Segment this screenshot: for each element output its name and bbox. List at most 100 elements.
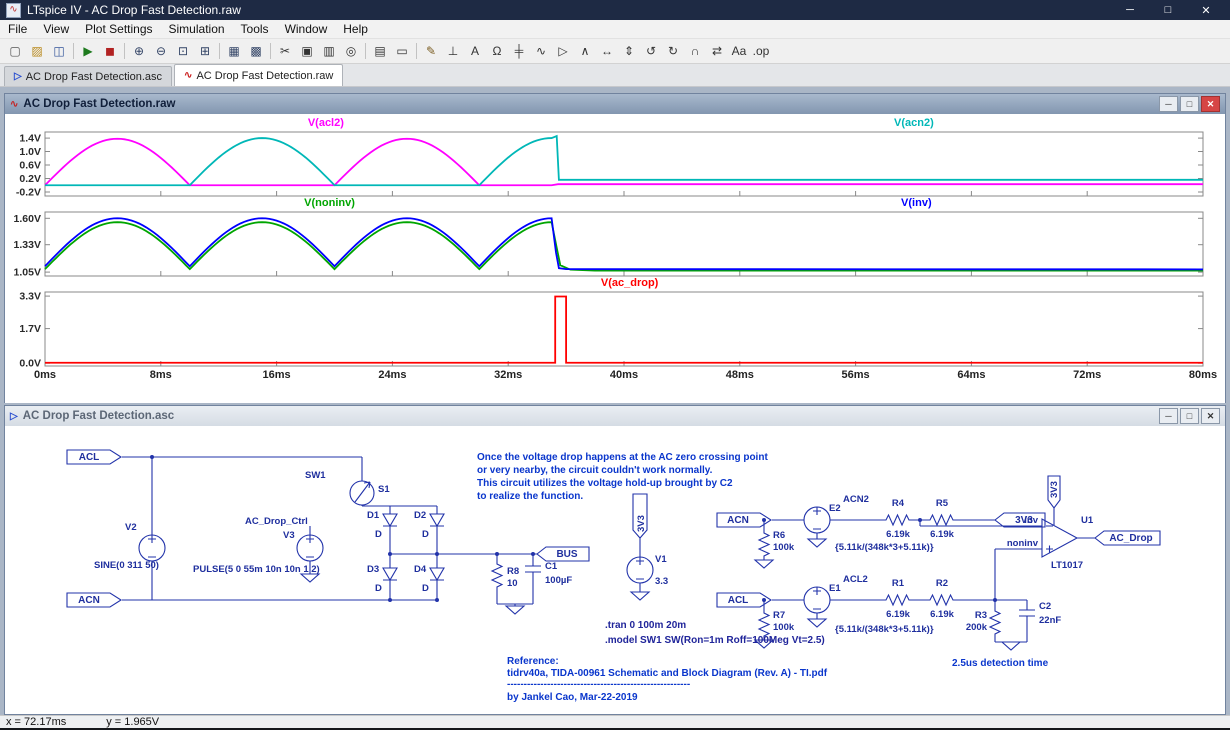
- waveform-pane-1[interactable]: 1.4V1.0V0.6V0.2V-0.2V: [5, 131, 1225, 197]
- trace-label-vacl2[interactable]: V(acl2): [308, 117, 344, 129]
- mirror-icon[interactable]: ⇄: [706, 41, 728, 61]
- schematic-minimize-button[interactable]: ─: [1159, 408, 1178, 424]
- move-icon[interactable]: ↔: [596, 41, 618, 61]
- trace-label-vnoninv[interactable]: V(noninv): [304, 197, 355, 209]
- r6-value: 100k: [773, 542, 795, 553]
- waveform-restore-button[interactable]: □: [1180, 96, 1199, 112]
- plot-settings-icon[interactable]: ▦: [223, 41, 245, 61]
- voltage-source-v3[interactable]: [297, 535, 323, 561]
- waveform-window-titlebar[interactable]: ∿ AC Drop Fast Detection.raw ─ □ ✕: [5, 94, 1225, 114]
- pane2-trace-labels: V(noninv) V(inv): [5, 197, 1225, 211]
- cut-icon[interactable]: ✂: [274, 41, 296, 61]
- waveform-pane-3[interactable]: 3.3V1.7V0.0V: [5, 291, 1225, 367]
- voltage-source-v2[interactable]: [139, 535, 165, 561]
- drag-icon[interactable]: ⇕: [618, 41, 640, 61]
- net-flag-3v3-v1[interactable]: 3V3: [633, 494, 647, 538]
- ac-drop-ctrl-label: AC_Drop_Ctrl: [245, 516, 308, 527]
- diode-d4[interactable]: [430, 568, 444, 580]
- component-icon[interactable]: ∧: [574, 41, 596, 61]
- schematic-window-titlebar[interactable]: ▷ AC Drop Fast Detection.asc ─ □ ✕: [5, 406, 1225, 426]
- print-icon[interactable]: ▤: [369, 41, 391, 61]
- inductor-icon[interactable]: ∿: [530, 41, 552, 61]
- minimize-button[interactable]: ─: [1116, 4, 1144, 16]
- text-icon[interactable]: Aa: [728, 41, 750, 61]
- waveform-pane-2[interactable]: 1.60V1.33V1.05V: [5, 211, 1225, 277]
- capacitor-icon[interactable]: ╪: [508, 41, 530, 61]
- draw-wire-icon[interactable]: ✎: [420, 41, 442, 61]
- zoom-in-icon[interactable]: ⊕: [128, 41, 150, 61]
- schematic-close-button[interactable]: ✕: [1201, 408, 1220, 424]
- net-label-icon[interactable]: A: [464, 41, 486, 61]
- net-flag-bus[interactable]: BUS: [537, 547, 589, 561]
- schematic-restore-button[interactable]: □: [1180, 408, 1199, 424]
- menu-view[interactable]: View: [35, 20, 77, 38]
- close-button[interactable]: ✕: [1192, 4, 1220, 17]
- capacitor-c2[interactable]: [1019, 610, 1035, 616]
- switch-s1[interactable]: [350, 481, 374, 505]
- diode-icon[interactable]: ▷: [552, 41, 574, 61]
- run-icon[interactable]: ▶: [77, 41, 99, 61]
- toolbar-separator: [124, 43, 125, 59]
- tab-schematic[interactable]: ▷ AC Drop Fast Detection.asc: [4, 66, 172, 86]
- net-flag-3v3-opamp[interactable]: 3V3: [1048, 476, 1060, 508]
- trace-label-vacn2[interactable]: V(acn2): [894, 117, 934, 129]
- r5-value: 6.19k: [930, 529, 954, 540]
- new-file-icon[interactable]: ▢: [4, 41, 26, 61]
- diode-d2[interactable]: [430, 514, 444, 526]
- opamp-u1[interactable]: [1042, 519, 1077, 557]
- d3-ref: D3: [367, 564, 379, 575]
- r7-value: 100k: [773, 622, 795, 633]
- x-tick-label: 72ms: [1073, 369, 1101, 381]
- menu-simulation[interactable]: Simulation: [161, 20, 233, 38]
- save-file-icon[interactable]: ◫: [48, 41, 70, 61]
- diode-d3[interactable]: [383, 568, 397, 580]
- find-icon[interactable]: ◎: [340, 41, 362, 61]
- grid-icon[interactable]: ▩: [245, 41, 267, 61]
- redo-icon[interactable]: ↻: [662, 41, 684, 61]
- spice-directive-icon[interactable]: .op: [750, 41, 772, 61]
- capacitor-c1[interactable]: [525, 566, 541, 572]
- e1-value: {5.11k/(348k*3+5.11k)}: [835, 624, 934, 635]
- zoom-out-icon[interactable]: ⊖: [150, 41, 172, 61]
- net-flag-acn-left[interactable]: ACN: [67, 593, 121, 607]
- diode-d1[interactable]: [383, 514, 397, 526]
- model-directive: .model SW1 SW(Ron=1m Roff=100Meg Vt=2.5): [605, 635, 825, 646]
- resistor-r3[interactable]: [990, 608, 1000, 638]
- resistor-icon[interactable]: Ω: [486, 41, 508, 61]
- copy-icon[interactable]: ▣: [296, 41, 318, 61]
- behavioral-source-e2[interactable]: [804, 507, 830, 533]
- zoom-full-icon[interactable]: ⊡: [172, 41, 194, 61]
- resistor-r8[interactable]: [492, 561, 502, 591]
- waveform-close-button[interactable]: ✕: [1201, 96, 1220, 112]
- menu-window[interactable]: Window: [277, 20, 336, 38]
- c1-value: 100µF: [545, 575, 572, 586]
- resistor-r2[interactable]: [927, 595, 957, 605]
- resistor-r6[interactable]: [759, 530, 769, 560]
- resistor-r4[interactable]: [883, 515, 913, 525]
- voltage-source-v1[interactable]: [627, 557, 653, 583]
- window-title: LTspice IV - AC Drop Fast Detection.raw: [27, 3, 1116, 17]
- menu-plot-settings[interactable]: Plot Settings: [77, 20, 160, 38]
- resistor-r1[interactable]: [883, 595, 913, 605]
- halt-icon[interactable]: ◼: [99, 41, 121, 61]
- undo-icon[interactable]: ↺: [640, 41, 662, 61]
- menu-tools[interactable]: Tools: [233, 20, 277, 38]
- trace-label-vacdrop[interactable]: V(ac_drop): [601, 277, 658, 289]
- waveform-minimize-button[interactable]: ─: [1159, 96, 1178, 112]
- paste-icon[interactable]: ▥: [318, 41, 340, 61]
- print-preview-icon[interactable]: ▭: [391, 41, 413, 61]
- autorange-icon[interactable]: ⊞: [194, 41, 216, 61]
- ground-icon[interactable]: ⊥: [442, 41, 464, 61]
- trace-label-vinv[interactable]: V(inv): [901, 197, 932, 209]
- schematic-canvas[interactable]: ACL ACN BUS ACN: [5, 426, 1225, 710]
- resistor-r5[interactable]: [927, 515, 957, 525]
- maximize-button[interactable]: □: [1154, 4, 1182, 16]
- open-file-icon[interactable]: ▨: [26, 41, 48, 61]
- tab-waveform[interactable]: ∿ AC Drop Fast Detection.raw: [174, 64, 343, 86]
- rotate-icon[interactable]: ∩: [684, 41, 706, 61]
- net-flag-ac-drop[interactable]: AC_Drop: [1095, 531, 1160, 545]
- menu-help[interactable]: Help: [335, 20, 376, 38]
- menu-file[interactable]: File: [0, 20, 35, 38]
- behavioral-source-e1[interactable]: [804, 587, 830, 613]
- net-flag-acl-left[interactable]: ACL: [67, 450, 121, 464]
